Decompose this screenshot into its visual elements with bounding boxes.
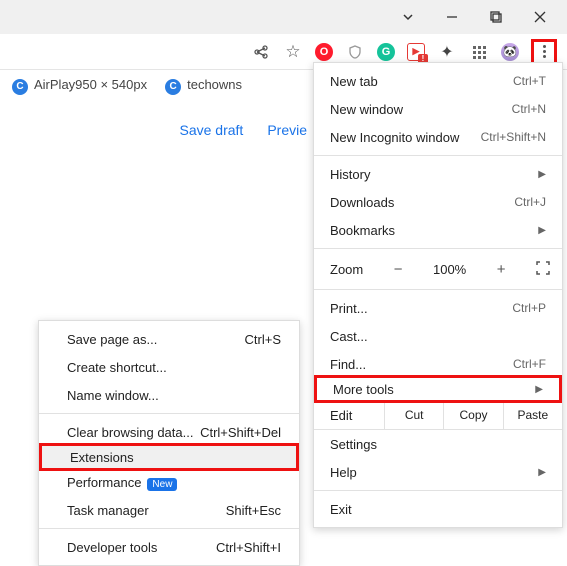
new-badge: New [147, 478, 177, 491]
grammarly-extension-icon[interactable]: G [377, 43, 395, 61]
menu-find[interactable]: Find...Ctrl+F [314, 350, 562, 378]
submenu-create-shortcut[interactable]: Create shortcut... [39, 353, 299, 381]
paste-button[interactable]: Paste [503, 401, 562, 429]
menu-bookmarks[interactable]: Bookmarks▶ [314, 216, 562, 244]
menu-edit-row: Edit Cut Copy Paste [314, 400, 562, 430]
submenu-task-manager[interactable]: Task managerShift+Esc [39, 496, 299, 524]
submenu-extensions[interactable]: Extensions [39, 443, 299, 471]
bookmark-label: AirPlay950 × 540px [34, 77, 147, 92]
tab-search-icon[interactable] [387, 2, 429, 32]
share-icon[interactable] [251, 42, 271, 62]
menu-new-tab[interactable]: New tabCtrl+T [314, 67, 562, 95]
bookmark-item[interactable]: Ctechowns [165, 77, 242, 95]
chrome-main-menu: New tabCtrl+T New windowCtrl+N New Incog… [313, 62, 563, 528]
zoom-level: 100% [433, 262, 466, 277]
submenu-performance[interactable]: PerformanceNew [39, 468, 299, 496]
menu-downloads[interactable]: DownloadsCtrl+J [314, 188, 562, 216]
profile-avatar-icon[interactable]: 🐼 [501, 43, 519, 61]
opera-extension-icon[interactable]: O [315, 43, 333, 61]
menu-exit[interactable]: Exit [314, 495, 562, 523]
menu-history[interactable]: History▶ [314, 160, 562, 188]
copy-button[interactable]: Copy [443, 401, 502, 429]
video-dl-extension-icon[interactable]: ▶! [407, 43, 425, 61]
submenu-developer-tools[interactable]: Developer toolsCtrl+Shift+I [39, 533, 299, 561]
window-titlebar [0, 0, 567, 34]
close-button[interactable] [519, 2, 561, 32]
menu-new-incognito[interactable]: New Incognito windowCtrl+Shift+N [314, 123, 562, 151]
menu-new-window[interactable]: New windowCtrl+N [314, 95, 562, 123]
extensions-puzzle-icon[interactable]: ✦ [437, 42, 457, 62]
submenu-name-window[interactable]: Name window... [39, 381, 299, 409]
menu-cast[interactable]: Cast... [314, 322, 562, 350]
apps-grid-icon[interactable] [469, 42, 489, 62]
bookmark-label: techowns [187, 77, 242, 92]
menu-more-tools[interactable]: More tools▶ [314, 375, 562, 403]
submenu-save-page[interactable]: Save page as...Ctrl+S [39, 325, 299, 353]
fullscreen-icon[interactable] [536, 261, 550, 278]
menu-zoom: Zoom − 100% + [314, 253, 562, 285]
maximize-button[interactable] [475, 2, 517, 32]
chrome-menu-button[interactable] [531, 39, 557, 65]
more-tools-submenu: Save page as...Ctrl+S Create shortcut...… [38, 320, 300, 566]
menu-print[interactable]: Print...Ctrl+P [314, 294, 562, 322]
zoom-in-button[interactable]: + [490, 261, 512, 278]
shield-extension-icon[interactable] [345, 42, 365, 62]
cut-button[interactable]: Cut [384, 401, 443, 429]
submenu-clear-browsing-data[interactable]: Clear browsing data...Ctrl+Shift+Del [39, 418, 299, 446]
menu-help[interactable]: Help▶ [314, 458, 562, 486]
save-draft-link[interactable]: Save draft [179, 122, 243, 138]
menu-settings[interactable]: Settings [314, 430, 562, 458]
star-icon[interactable]: ☆ [283, 42, 303, 62]
bookmark-item[interactable]: CAirPlay950 × 540px [12, 77, 147, 95]
preview-link[interactable]: Previe [267, 122, 307, 138]
zoom-out-button[interactable]: − [387, 261, 409, 278]
edit-label: Edit [314, 401, 384, 429]
minimize-button[interactable] [431, 2, 473, 32]
